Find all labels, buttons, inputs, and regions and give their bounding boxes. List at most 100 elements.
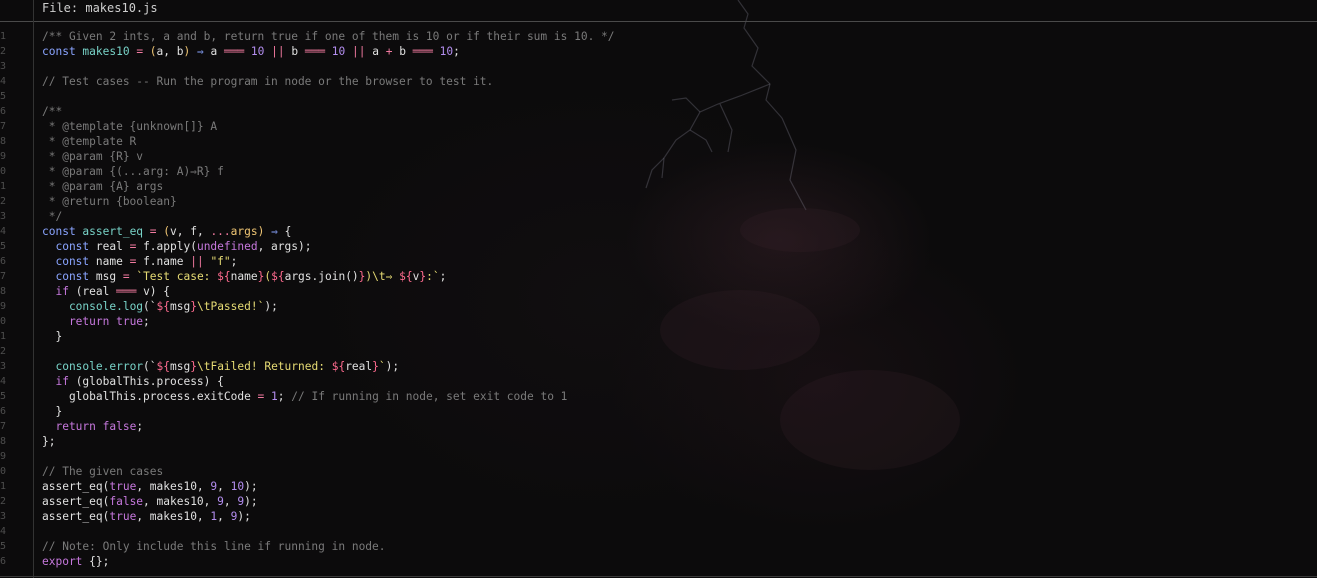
code-line[interactable]: 2 xyxy=(0,344,1317,359)
line-number: 0 xyxy=(0,466,7,477)
code-token: console. xyxy=(42,300,123,313)
code-text: if (globalThis.process) { xyxy=(42,374,223,389)
code-token: if xyxy=(42,375,76,388)
code-text: return true; xyxy=(42,314,150,329)
code-line[interactable]: 2 const makes10 = (a, b) ⇒ a ═══ 10 || b … xyxy=(0,44,1317,59)
code-line[interactable]: 3 */ xyxy=(0,209,1317,224)
code-line[interactable]: 9 * @param {R} v xyxy=(0,149,1317,164)
code-token: false xyxy=(109,495,144,508)
code-line[interactable]: 1 } xyxy=(0,329,1317,344)
line-number: 9 xyxy=(0,151,7,162)
code-line[interactable]: 4 if (globalThis.process) { xyxy=(0,374,1317,389)
code-text: // Test cases -- Run the program in node… xyxy=(42,74,493,89)
code-token: false xyxy=(102,420,137,433)
code-token: } xyxy=(42,405,63,418)
line-number: 6 xyxy=(0,106,7,117)
code-line[interactable]: 9 xyxy=(0,449,1317,464)
code-editor[interactable]: 1 /** Given 2 ints, a and b, return true … xyxy=(0,29,1317,569)
code-line[interactable]: 8}; xyxy=(0,434,1317,449)
code-text: const makes10 = (a, b) ⇒ a ═══ 10 || b ═… xyxy=(42,44,460,59)
code-line[interactable]: 5 // Note: Only include this line if runn… xyxy=(0,539,1317,554)
line-number: 5 xyxy=(0,391,7,402)
line-number: 7 xyxy=(0,271,7,282)
line-number: 7 xyxy=(0,421,7,432)
code-line[interactable]: 3 xyxy=(0,59,1317,74)
file-header: File: makes10.js xyxy=(0,0,1317,22)
code-line[interactable]: 7 * @template {unknown[]} A xyxy=(0,119,1317,134)
code-token: export xyxy=(42,555,90,568)
code-line[interactable]: 8 if (real ═══ v) { xyxy=(0,284,1317,299)
code-token: name xyxy=(230,270,258,283)
code-token: \tFailed! Returned: xyxy=(196,360,332,373)
line-number: 0 xyxy=(0,316,7,327)
code-line[interactable]: 1 * @param {A} args xyxy=(0,179,1317,194)
code-token: msg xyxy=(170,360,191,373)
code-text: assert_eq(true, makes10, 9, 10); xyxy=(42,479,258,494)
code-token: const xyxy=(42,225,83,238)
code-token: , makes10, xyxy=(136,510,211,523)
code-token: , xyxy=(217,510,231,523)
code-token: error xyxy=(109,360,144,373)
line-number: 2 xyxy=(0,346,7,357)
code-line[interactable]: 7 return false; xyxy=(0,419,1317,434)
code-line[interactable]: 1 assert_eq(true, makes10, 9, 10); xyxy=(0,479,1317,494)
code-line[interactable]: 6 export {}; xyxy=(0,554,1317,569)
line-number: 6 xyxy=(0,406,7,417)
code-line[interactable]: 5 const real = f.apply(undefined, args); xyxy=(0,239,1317,254)
code-line[interactable]: 6 /** xyxy=(0,104,1317,119)
code-token: ; xyxy=(439,270,447,283)
code-line[interactable]: 0 * @param {(...arg: A)⇒R} f xyxy=(0,164,1317,179)
code-line[interactable]: 5 globalThis.process.exitCode = 1; // If… xyxy=(0,389,1317,404)
code-token: {}; xyxy=(89,555,110,568)
code-token: = xyxy=(257,390,272,403)
code-token: ═══ xyxy=(412,45,440,58)
code-token: 10 xyxy=(439,45,454,58)
code-token: 10 xyxy=(250,45,265,58)
code-line[interactable]: 2 assert_eq(false, makes10, 9, 9); xyxy=(0,494,1317,509)
code-line[interactable]: 0 // The given cases xyxy=(0,464,1317,479)
code-token: ( xyxy=(149,45,157,58)
line-number: 5 xyxy=(0,541,7,552)
code-line[interactable]: 5 xyxy=(0,89,1317,104)
code-line[interactable]: 4 const assert_eq = (v, f, ...args) ⇒ { xyxy=(0,224,1317,239)
line-number: 1 xyxy=(0,331,7,342)
code-text: const name = f.name || "f"; xyxy=(42,254,237,269)
code-line[interactable]: 9 console.log(`${msg}\tPassed!`); xyxy=(0,299,1317,314)
code-line[interactable]: 4 xyxy=(0,524,1317,539)
code-token: ${ xyxy=(156,300,171,313)
code-token: undefined xyxy=(196,240,258,253)
code-text: if (real ═══ v) { xyxy=(42,284,170,299)
line-number: 3 xyxy=(0,511,7,522)
code-text: /** Given 2 ints, a and b, return true i… xyxy=(42,29,615,44)
code-token: v, f, xyxy=(170,225,211,238)
code-token: } xyxy=(190,300,197,313)
code-token: real xyxy=(345,360,373,373)
code-text: return false; xyxy=(42,419,143,434)
code-token: 10 xyxy=(230,480,245,493)
code-text: // Note: Only include this line if runni… xyxy=(42,539,386,554)
code-text: */ xyxy=(42,209,62,224)
line-number: 5 xyxy=(0,91,7,102)
code-line[interactable]: 7 const msg = `Test case: ${name}(${args… xyxy=(0,269,1317,284)
code-token: (real xyxy=(75,285,117,298)
code-line[interactable]: 3 console.error(`${msg}\tFailed! Returne… xyxy=(0,359,1317,374)
code-token: ); xyxy=(244,480,258,493)
code-line[interactable]: 8 * @template R xyxy=(0,134,1317,149)
code-line[interactable]: 0 return true; xyxy=(0,314,1317,329)
code-token: || xyxy=(264,45,292,58)
code-token: * @template {unknown[]} A xyxy=(42,120,218,133)
code-text: /** xyxy=(42,104,62,119)
code-token: args.join() xyxy=(284,270,359,283)
code-line[interactable]: 3 assert_eq(true, makes10, 1, 9); xyxy=(0,509,1317,524)
code-token: ${ xyxy=(156,360,171,373)
code-line[interactable]: 6 const name = f.name || "f"; xyxy=(0,254,1317,269)
line-number: 1 xyxy=(0,181,7,192)
code-line[interactable]: 2 * @return {boolean} xyxy=(0,194,1317,209)
code-line[interactable]: 1 /** Given 2 ints, a and b, return true … xyxy=(0,29,1317,44)
code-token: f.name xyxy=(143,255,191,268)
code-token: makes10 xyxy=(82,45,130,58)
line-number: 0 xyxy=(0,166,7,177)
code-token: = xyxy=(143,225,164,238)
code-line[interactable]: 4 // Test cases -- Run the program in nod… xyxy=(0,74,1317,89)
code-line[interactable]: 6 } xyxy=(0,404,1317,419)
